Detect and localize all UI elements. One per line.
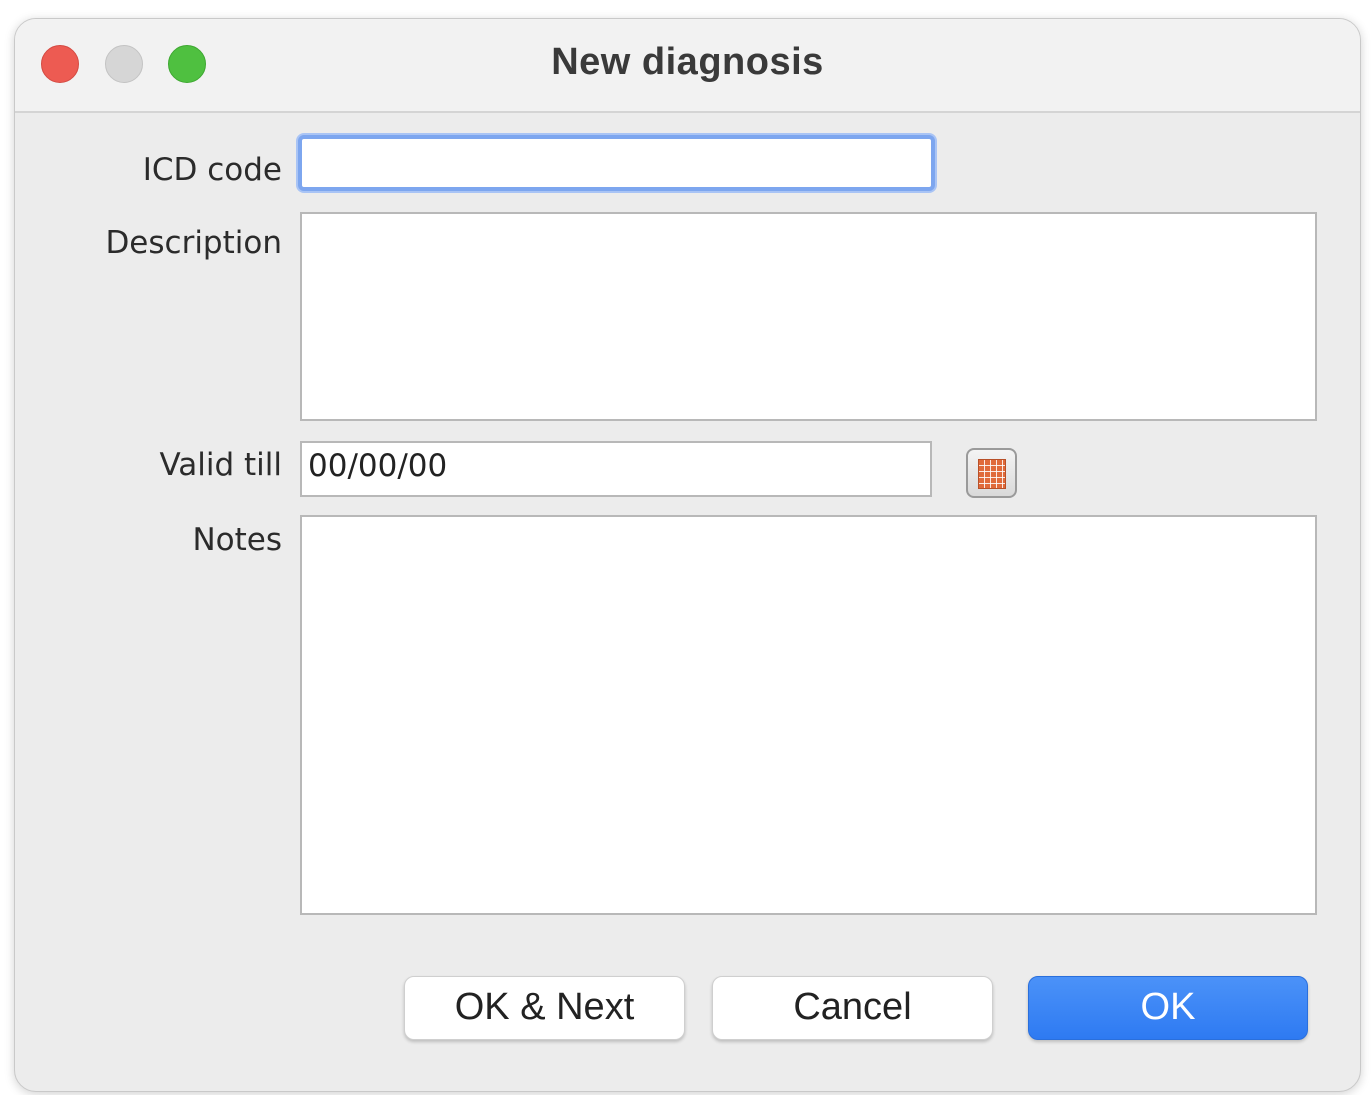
calendar-icon: [978, 459, 1006, 489]
notes-label: Notes: [192, 522, 282, 558]
description-label: Description: [105, 225, 282, 261]
dialog-window: New diagnosis ICD code Description Valid…: [14, 18, 1361, 1092]
ok-next-button[interactable]: OK & Next: [404, 976, 685, 1040]
description-textarea[interactable]: [300, 212, 1317, 421]
icd-code-input[interactable]: [298, 135, 935, 191]
cancel-button[interactable]: Cancel: [712, 976, 993, 1040]
ok-button[interactable]: OK: [1028, 976, 1308, 1040]
calendar-button[interactable]: [966, 448, 1017, 498]
notes-textarea[interactable]: [300, 515, 1317, 915]
valid-till-input[interactable]: 00/00/00: [300, 441, 932, 497]
title-bar: New diagnosis: [15, 19, 1360, 113]
window-title: New diagnosis: [551, 41, 824, 83]
valid-till-label: Valid till: [159, 447, 282, 483]
icd-code-label: ICD code: [142, 152, 282, 188]
valid-till-value: 00/00/00: [308, 448, 448, 484]
